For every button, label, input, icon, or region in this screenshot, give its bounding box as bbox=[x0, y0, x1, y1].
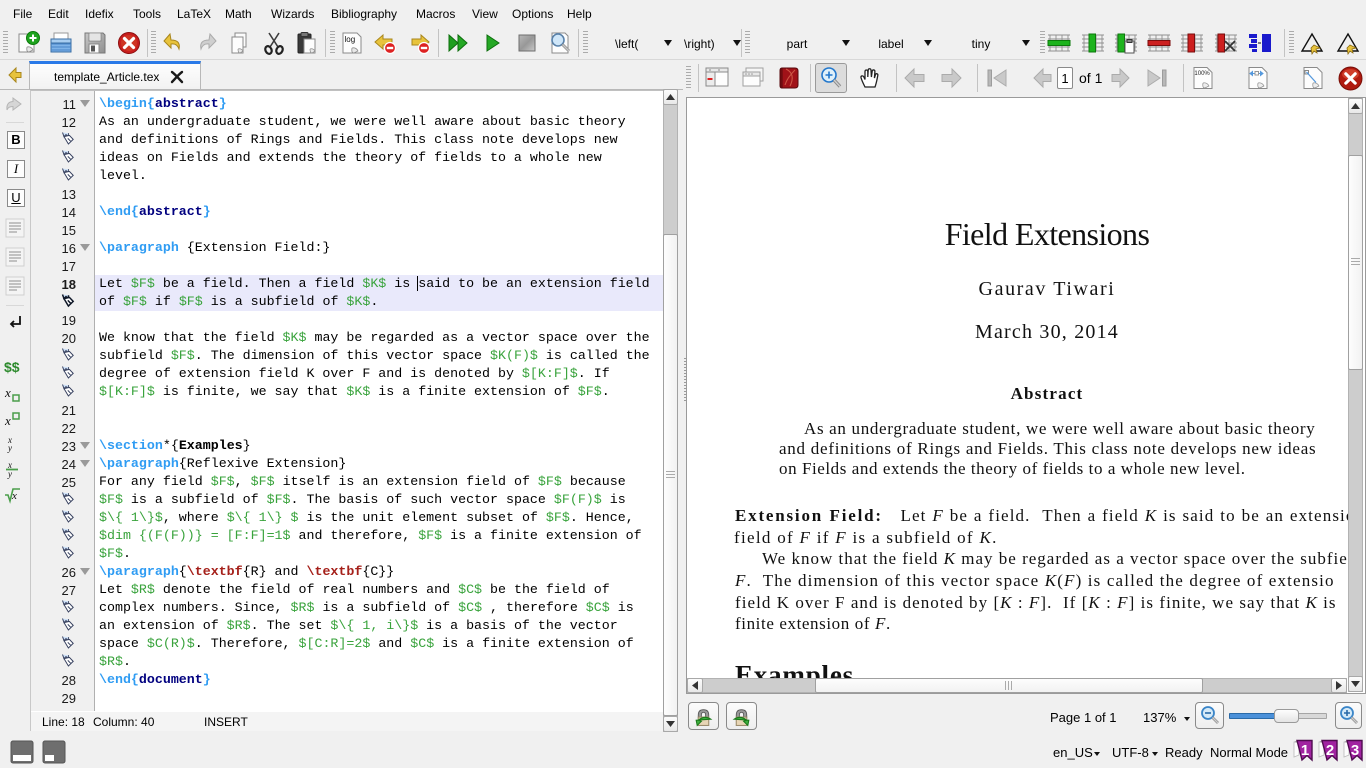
svg-text:y: y bbox=[7, 443, 12, 453]
svg-text:x: x bbox=[11, 490, 17, 502]
svg-text:1: 1 bbox=[1301, 742, 1309, 759]
svg-text:3: 3 bbox=[1351, 742, 1359, 759]
svg-text:y: y bbox=[7, 469, 12, 479]
svg-text:2: 2 bbox=[1326, 742, 1334, 759]
svg-text:log: log bbox=[345, 35, 356, 44]
svg-text:100%: 100% bbox=[1194, 71, 1210, 77]
svg-text:x: x bbox=[4, 385, 11, 400]
svg-text:x: x bbox=[4, 413, 11, 428]
